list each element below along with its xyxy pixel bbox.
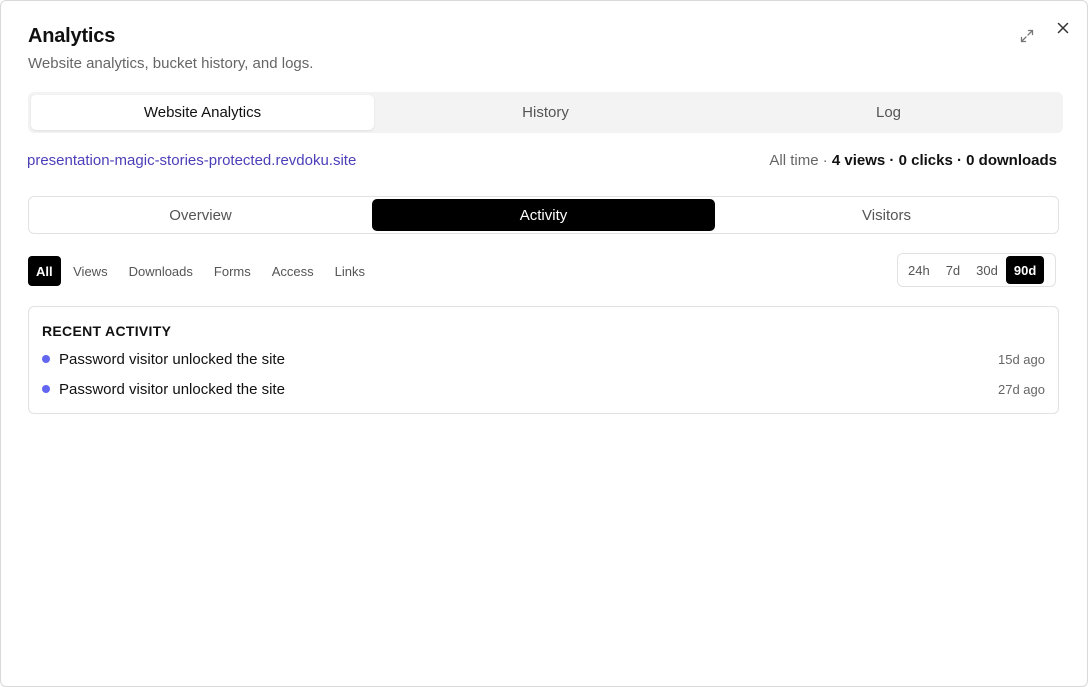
main-tabs: Website Analytics History Log	[28, 92, 1063, 133]
sub-tabs: Overview Activity Visitors	[28, 196, 1059, 234]
activity-dot-icon	[42, 355, 50, 363]
tab-overview[interactable]: Overview	[29, 197, 372, 233]
filter-downloads[interactable]: Downloads	[118, 256, 203, 286]
activity-time: 15d ago	[998, 351, 1045, 367]
recent-activity-panel: RECENT ACTIVITY Password visitor unlocke…	[28, 306, 1059, 414]
tab-log[interactable]: Log	[717, 95, 1060, 130]
close-button[interactable]	[1052, 17, 1074, 39]
expand-icon	[1020, 29, 1034, 43]
activity-dot-icon	[42, 385, 50, 393]
stats-views: 4 views	[831, 152, 886, 169]
range-7d[interactable]: 7d	[938, 256, 968, 284]
tab-history[interactable]: History	[374, 95, 717, 130]
analytics-dialog: Analytics Website analytics, bucket hist…	[0, 0, 1088, 687]
stats-clicks: 0 clicks	[898, 152, 953, 169]
filter-forms[interactable]: Forms	[203, 256, 261, 286]
expand-button[interactable]	[1016, 25, 1038, 47]
activity-item: Password visitor unlocked the site 27d a…	[42, 379, 1045, 399]
activity-text: Password visitor unlocked the site	[59, 380, 285, 398]
close-icon	[1057, 22, 1069, 34]
site-url-link[interactable]: presentation-magic-stories-protected.rev…	[27, 152, 356, 169]
tab-visitors[interactable]: Visitors	[715, 197, 1058, 233]
range-90d[interactable]: 90d	[1005, 256, 1045, 284]
dialog-title: Analytics	[28, 25, 116, 47]
tab-activity[interactable]: Activity	[372, 199, 715, 231]
stats-summary: All time · 4 views · 0 clicks · 0 downlo…	[769, 152, 1057, 169]
stats-downloads: 0 downloads	[966, 152, 1057, 169]
filter-links[interactable]: Links	[324, 256, 375, 286]
filter-views[interactable]: Views	[63, 256, 118, 286]
stats-sep-1: ·	[885, 152, 899, 169]
activity-text: Password visitor unlocked the site	[59, 350, 285, 368]
stats-sep-2: ·	[952, 152, 967, 169]
tab-website-analytics[interactable]: Website Analytics	[31, 95, 374, 130]
filter-access[interactable]: Access	[261, 256, 324, 286]
filter-all[interactable]: All	[28, 256, 61, 286]
activity-time: 27d ago	[998, 381, 1045, 397]
range-24h[interactable]: 24h	[900, 256, 938, 284]
range-30d[interactable]: 30d	[968, 256, 1006, 284]
activity-item: Password visitor unlocked the site 15d a…	[42, 349, 1045, 369]
activity-filters: All Views Downloads Forms Access Links	[28, 256, 376, 286]
dialog-subtitle: Website analytics, bucket history, and l…	[28, 55, 314, 72]
time-range-selector: 24h 7d 30d 90d	[897, 253, 1056, 287]
stats-range-label: All time ·	[769, 152, 828, 169]
recent-activity-title: RECENT ACTIVITY	[42, 323, 172, 339]
